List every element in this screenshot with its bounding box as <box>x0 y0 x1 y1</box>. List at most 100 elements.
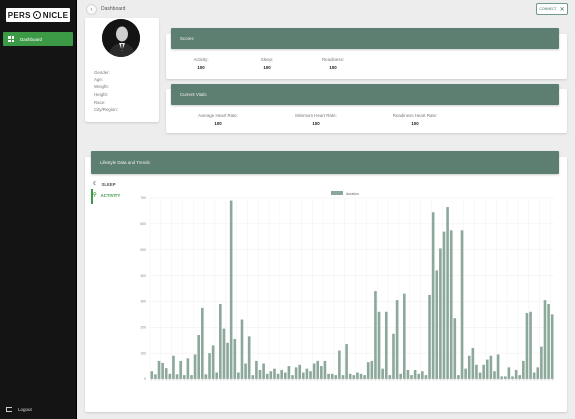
connect-button[interactable]: CONNECT ✕ <box>536 3 568 15</box>
chart-bar[interactable] <box>312 363 316 379</box>
chart-bar[interactable] <box>522 360 525 379</box>
chart-bar[interactable] <box>219 304 222 379</box>
logout-button[interactable]: Logout <box>6 407 32 412</box>
chart-bar[interactable] <box>457 375 460 379</box>
chart-bar[interactable] <box>348 373 352 379</box>
chart-bar[interactable] <box>532 372 536 379</box>
chart-bar[interactable] <box>237 372 240 379</box>
chart-bar[interactable] <box>352 375 356 379</box>
tab-activity[interactable]: ⚲ ACTIVITY <box>93 192 120 198</box>
chart-bar[interactable] <box>482 364 485 379</box>
chart-bar[interactable] <box>543 300 547 379</box>
chart-bar[interactable] <box>201 307 204 379</box>
chart-bar[interactable] <box>504 376 507 379</box>
chart-bar[interactable] <box>399 373 402 379</box>
chart-bar[interactable] <box>514 369 518 379</box>
chart-bar[interactable] <box>197 335 200 379</box>
chart-bar[interactable] <box>550 314 554 379</box>
chart-bar[interactable] <box>370 360 374 379</box>
chart-bar[interactable] <box>161 362 164 379</box>
chart-bar[interactable] <box>262 363 265 379</box>
chart-bar[interactable] <box>431 212 435 379</box>
chart-bar[interactable] <box>410 375 413 379</box>
chart-bar[interactable] <box>374 291 377 379</box>
chart-bar[interactable] <box>475 364 478 379</box>
chart-bar[interactable] <box>500 376 503 379</box>
chart-bar[interactable] <box>489 355 493 379</box>
sidebar-item-dashboard[interactable]: Dashboard <box>3 32 73 46</box>
chart-bar[interactable] <box>280 369 283 379</box>
chart-bar[interactable] <box>460 230 464 379</box>
chart-bar[interactable] <box>496 354 500 379</box>
chart-bar[interactable] <box>377 311 381 379</box>
chart-bar[interactable] <box>172 355 175 379</box>
chart-bar[interactable] <box>446 207 449 379</box>
chart-bar[interactable] <box>222 328 226 379</box>
chart-bar[interactable] <box>309 371 312 379</box>
chart-bar[interactable] <box>182 375 186 379</box>
chart-bar[interactable] <box>208 353 211 379</box>
chart-bar[interactable] <box>345 344 348 379</box>
chart-bar[interactable] <box>193 354 197 379</box>
chart-bar[interactable] <box>229 200 233 379</box>
chart-bar[interactable] <box>511 376 514 379</box>
chart-bar[interactable] <box>428 294 431 379</box>
chart-bar[interactable] <box>316 360 320 379</box>
chart-bar[interactable] <box>164 368 168 379</box>
chart-bar[interactable] <box>417 373 421 379</box>
chart-bar[interactable] <box>334 375 338 379</box>
chart-bar[interactable] <box>273 368 276 379</box>
chart-bar[interactable] <box>529 311 532 379</box>
chart-bar[interactable] <box>265 373 269 379</box>
chart-bar[interactable] <box>424 375 428 379</box>
chart-bar[interactable] <box>168 373 172 379</box>
chart-bar[interactable] <box>211 345 215 379</box>
chart-bar[interactable] <box>157 360 161 379</box>
chart-bar[interactable] <box>240 319 244 379</box>
chart-bar[interactable] <box>467 355 471 379</box>
chart-bar[interactable] <box>392 333 395 379</box>
chart-bar[interactable] <box>485 359 489 379</box>
chart-bar[interactable] <box>255 360 258 379</box>
tab-sleep[interactable]: ☾ SLEEP <box>93 181 116 187</box>
chart-bar[interactable] <box>215 372 219 379</box>
chart-bar[interactable] <box>384 311 388 379</box>
chart-bar[interactable] <box>547 304 550 379</box>
chart-bar[interactable] <box>247 336 251 379</box>
chart-bar[interactable] <box>471 347 475 379</box>
chart-bar[interactable] <box>507 367 511 379</box>
chart-bar[interactable] <box>381 368 384 379</box>
chart-bar[interactable] <box>435 270 439 379</box>
chart-bar[interactable] <box>338 350 341 379</box>
chart-bar[interactable] <box>291 375 294 379</box>
chart-bar[interactable] <box>439 248 442 379</box>
chart-bar[interactable] <box>359 373 363 379</box>
chart-bar[interactable] <box>233 338 237 379</box>
chart-bar[interactable] <box>154 374 157 379</box>
chart-bar[interactable] <box>406 369 410 379</box>
chart-bar[interactable] <box>258 369 262 379</box>
chart-bar[interactable] <box>421 371 424 379</box>
chart-bar[interactable] <box>186 358 190 379</box>
chart-bar[interactable] <box>540 346 543 379</box>
chart-bar[interactable] <box>150 371 154 379</box>
chart-bar[interactable] <box>341 375 345 379</box>
chart-bar[interactable] <box>276 373 280 379</box>
chart-bar[interactable] <box>283 372 287 379</box>
chart-bar[interactable] <box>536 367 540 379</box>
chart-bar[interactable] <box>302 372 305 379</box>
chart-bar[interactable] <box>251 375 255 379</box>
chart-bar[interactable] <box>493 371 496 379</box>
menu-toggle-button[interactable]: ‹ <box>86 4 97 15</box>
chart-bar[interactable] <box>453 318 457 379</box>
chart-bar[interactable] <box>226 342 229 379</box>
chart-bar[interactable] <box>449 230 453 379</box>
chart-bar[interactable] <box>395 300 399 379</box>
chart-bar[interactable] <box>204 374 208 379</box>
chart-bar[interactable] <box>518 375 522 379</box>
chart-bar[interactable] <box>356 372 359 379</box>
chart-bar[interactable] <box>323 360 327 379</box>
chart-bar[interactable] <box>294 367 298 379</box>
chart-bar[interactable] <box>478 372 482 379</box>
chart-bar[interactable] <box>366 362 370 379</box>
